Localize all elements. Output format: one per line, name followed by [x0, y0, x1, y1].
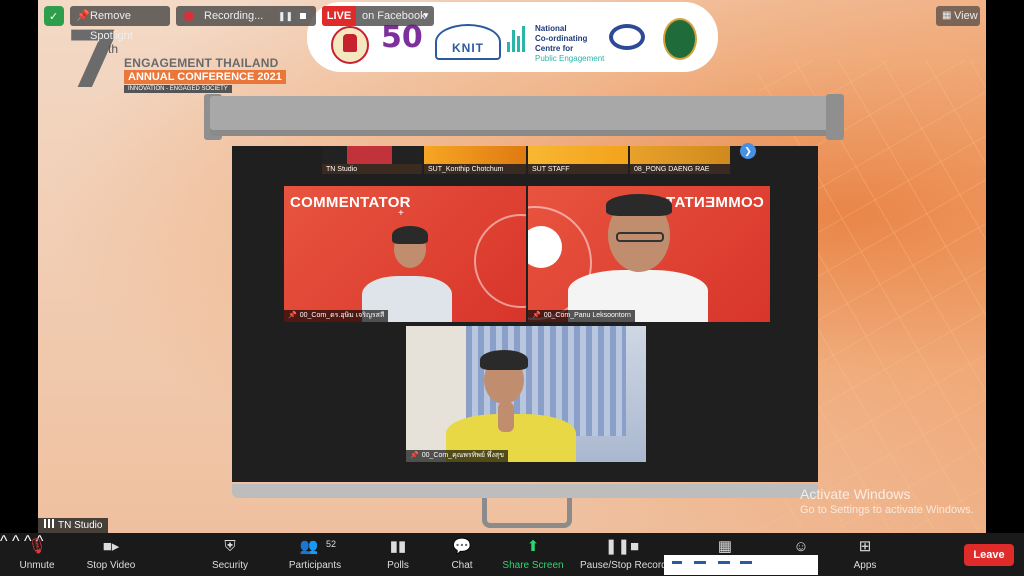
- participant-thumbnail[interactable]: 08_PONG DAENG RAE: [630, 146, 730, 174]
- participants-label: Participants: [288, 560, 342, 571]
- green-seal-logo: [663, 18, 697, 60]
- nccpe-bars-logo: [507, 26, 525, 52]
- conference-title: ENGAGEMENT THAILAND: [124, 56, 279, 70]
- leave-button[interactable]: Leave: [964, 544, 1014, 566]
- participant-thumbnail[interactable]: TN Studio: [322, 146, 422, 174]
- next-page-arrow-icon[interactable]: ❯: [740, 143, 756, 159]
- projector-stand: [482, 498, 572, 528]
- grid-view-icon: ▦: [942, 10, 952, 21]
- bar-chart-icon: ▮▮: [389, 538, 407, 555]
- apps-button[interactable]: ⊞ Apps: [846, 533, 884, 576]
- thumbnail-name: 08_PONG DAENG RAE: [634, 166, 710, 173]
- participants-count: 52: [326, 539, 337, 549]
- live-badge: LIVE: [322, 6, 356, 26]
- meeting-controls-bar: 🎙︎ Unmute ^ ■▸ Stop Video ^ ⛨ Security 👥…: [0, 533, 1024, 576]
- projector-cap-right: [826, 94, 844, 140]
- view-label: View: [954, 10, 978, 22]
- activate-windows-title: Activate Windows: [800, 486, 911, 502]
- participant-name-tag: 📌 00_Com_Panu Leksoontorn: [528, 310, 635, 322]
- live-stream-button[interactable]: LIVE on Facebook ▼: [322, 6, 434, 26]
- thumbnail-name: SUT_Konthip Chotchum: [428, 166, 504, 173]
- stop-recording-button[interactable]: [296, 9, 310, 23]
- pause-stop-icon: ❚❚■: [604, 538, 640, 555]
- grid-icon: ▦: [717, 538, 733, 555]
- video-tile-commentator-left[interactable]: COMMENTATOR + 📌 00_Com_ดร.อุษิม เจริญรสสี: [284, 186, 526, 322]
- ring-logo: [609, 24, 645, 50]
- projector-screen-bottom: [232, 484, 818, 498]
- recording-indicator: Recording... ❚❚: [176, 6, 316, 26]
- apps-icon: ⊞: [858, 538, 872, 555]
- muted-microphone-icon: 🎙︎: [27, 538, 47, 555]
- university-seal-logo: [331, 26, 369, 64]
- stop-video-label: Stop Video: [86, 560, 136, 571]
- activate-windows-subtitle: Go to Settings to activate Windows.: [800, 504, 974, 516]
- emoji-icon: ☺: [793, 538, 809, 555]
- share-screen-label: Share Screen: [502, 560, 564, 571]
- chat-label: Chat: [451, 560, 473, 571]
- video-tile-commentator-right[interactable]: COMMENTATOR 📌 00_Com_Panu Leksoontorn: [528, 186, 770, 322]
- tile-title: COMMENTATOR: [290, 194, 411, 211]
- polls-button[interactable]: ▮▮ Polls: [380, 533, 416, 576]
- knit-logo: KNIT: [435, 24, 501, 60]
- security-shield-icon[interactable]: ✓: [44, 6, 64, 26]
- security-button[interactable]: ⛨ Security: [206, 533, 254, 576]
- participant-thumbnail[interactable]: SUT_Konthip Chotchum: [424, 146, 526, 174]
- live-destination-label: on Facebook: [362, 10, 426, 22]
- chat-bubble-icon: 💬: [452, 538, 472, 555]
- view-button[interactable]: ▦ View: [936, 6, 980, 26]
- layout-selector-bar[interactable]: [664, 555, 818, 575]
- pin-icon: 📌: [76, 10, 90, 22]
- remove-spotlight-label: Remove Spotlight: [90, 10, 133, 42]
- conference-subtitle: ANNUAL CONFERENCE 2021: [124, 70, 286, 84]
- signal-bars-icon: [44, 519, 54, 528]
- unmute-button[interactable]: 🎙︎ Unmute: [10, 533, 64, 576]
- share-screen-button[interactable]: ⬆ Share Screen: [502, 533, 564, 576]
- share-arrow-icon: ⬆: [526, 538, 540, 555]
- participants-icon: 👥: [299, 538, 319, 555]
- active-speaker-label: TN Studio: [38, 518, 109, 533]
- shield-icon: ⛨: [224, 538, 236, 555]
- projector-bar: [210, 96, 834, 136]
- audio-options-caret[interactable]: ^: [0, 533, 8, 550]
- chat-button[interactable]: 💬 Chat: [444, 533, 480, 576]
- unmute-label: Unmute: [19, 560, 55, 571]
- thumbnail-name: TN Studio: [326, 166, 358, 173]
- stop-video-button[interactable]: ■▸ Stop Video: [82, 533, 140, 576]
- pause-stop-recording-button[interactable]: ❚❚■ Pause/Stop Recording: [578, 533, 666, 576]
- security-label: Security: [211, 560, 249, 571]
- video-tile-commentator-bottom[interactable]: 📌 00_Com_คุณพรทิพย์ พึ่งสุข: [406, 326, 646, 462]
- recording-label: Recording...: [204, 10, 264, 22]
- video-camera-icon: ■▸: [102, 538, 120, 555]
- participant-name-tag: 📌 00_Com_คุณพรทิพย์ พึ่งสุข: [406, 450, 508, 462]
- pause-recording-button[interactable]: ❚❚: [278, 9, 293, 23]
- conference-tagline: INNOVATION - ENGAGED SOCIETY: [124, 85, 232, 93]
- thumbnail-name: SUT STAFF: [532, 166, 570, 173]
- participants-button[interactable]: 👥 52 Participants: [284, 533, 346, 576]
- record-dot-icon: [184, 11, 194, 21]
- participant-name-tag: 📌 00_Com_ดร.อุษิม เจริญรสสี: [284, 310, 389, 322]
- nccpe-logo-text: National Co-ordinating Centre for Public…: [535, 24, 605, 63]
- apps-label: Apps: [853, 560, 877, 571]
- sparkle-icon: +: [398, 208, 404, 219]
- pause-stop-label: Pause/Stop Recording: [580, 560, 666, 571]
- ring-graphic: [474, 214, 526, 308]
- polls-label: Polls: [387, 560, 409, 571]
- participant-thumbnail[interactable]: SUT STAFF: [528, 146, 628, 174]
- remove-spotlight-button[interactable]: 📌 Remove Spotlight: [70, 6, 170, 42]
- chevron-down-icon: ▼: [422, 11, 430, 20]
